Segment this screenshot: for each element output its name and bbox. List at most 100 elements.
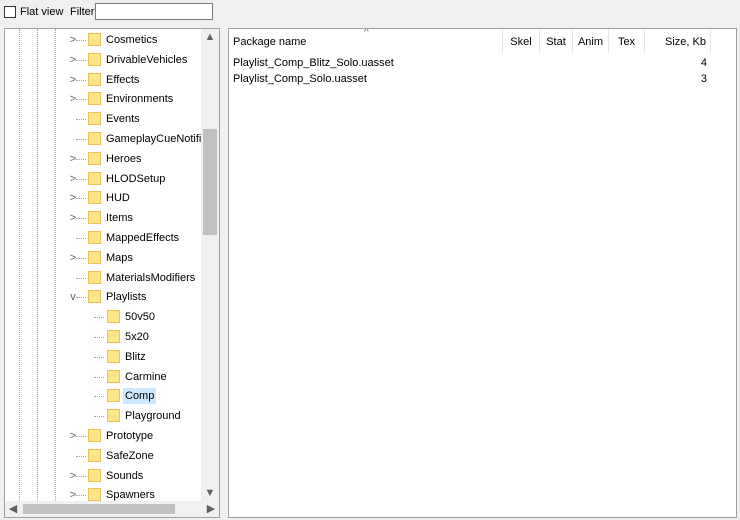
tree-connector-line [94, 416, 104, 418]
folder-icon [107, 389, 120, 403]
chevron-right-icon[interactable]: > [68, 251, 78, 265]
tree-item[interactable]: Blitz [5, 347, 201, 367]
chevron-right-icon[interactable]: > [68, 429, 78, 443]
tree-item[interactable]: > Items [5, 208, 201, 228]
folder-icon [88, 171, 101, 185]
tree-item-label: Items [106, 212, 133, 225]
chevron-right-icon[interactable]: > [68, 469, 78, 483]
tree-item-label: HUD [106, 192, 130, 205]
tree-item-label: MappedEffects [106, 232, 180, 244]
tree-item[interactable]: Comp [5, 386, 201, 406]
chevron-right-icon[interactable]: > [68, 53, 78, 67]
tree-item[interactable]: MappedEffects [5, 228, 201, 248]
column-header-skel[interactable]: Skel [503, 29, 540, 53]
package-list: Package name ^ Skel Stat Anim Tex Size, … [228, 28, 737, 518]
folder-icon [88, 191, 101, 205]
tree-connector-line [76, 119, 86, 121]
tree-connector-line [76, 277, 86, 279]
size-cell: 4 [700, 57, 707, 69]
tree-item-label: Effects [106, 73, 140, 86]
folder-icon [88, 468, 101, 482]
tree-item-label: Playlists [106, 291, 147, 304]
tree-connector-line [76, 139, 86, 140]
chevron-down-icon[interactable]: v [68, 290, 78, 304]
tree-item[interactable]: > DrivableVehicles [5, 50, 201, 70]
folder-icon [88, 151, 101, 165]
tree-connector-line [94, 396, 104, 398]
tree-item-label: Maps [106, 251, 133, 264]
size-cell: 3 [700, 73, 707, 85]
tree-item[interactable]: > Environments [5, 89, 201, 109]
list-row[interactable]: Playlist_Comp_Blitz_Solo.uasset 4 [229, 55, 736, 71]
tree-vertical-scrollbar[interactable]: ▲ ▼ [201, 29, 219, 501]
tree-item-label: Carmine [125, 370, 167, 383]
chevron-right-icon[interactable]: > [68, 73, 78, 87]
tree-item[interactable]: > HUD [5, 188, 201, 208]
chevron-right-icon[interactable]: > [68, 191, 78, 205]
tree-connector-line [94, 356, 104, 358]
tree-item-label: DrivableVehicles [106, 53, 188, 66]
tree-item-label: 50v50 [125, 311, 155, 324]
tree-horizontal-scrollbar[interactable]: ◀ ▶ [5, 501, 219, 517]
tree-item[interactable]: GameplayCueNotifies [5, 129, 201, 149]
folder-icon [107, 369, 120, 383]
filter-input[interactable] [95, 3, 213, 20]
tree-item[interactable]: > Sounds [5, 466, 201, 486]
tree-item-label: MaterialsModifiers [106, 271, 196, 284]
tree-item[interactable]: 50v50 [5, 307, 201, 327]
chevron-right-icon[interactable]: > [68, 211, 78, 225]
chevron-right-icon[interactable]: > [68, 92, 78, 106]
folder-icon [88, 112, 101, 126]
flat-view-checkbox[interactable] [4, 6, 16, 18]
list-row[interactable]: Playlist_Comp_Solo.uasset 3 [229, 71, 736, 87]
column-header-anim[interactable]: Anim [573, 29, 609, 53]
tree-item[interactable]: > Maps [5, 248, 201, 268]
tree-item-label: Environments [106, 93, 174, 106]
tree-item[interactable]: > Heroes [5, 149, 201, 169]
folder-icon [88, 429, 101, 442]
tree-item[interactable]: > Cosmetics [5, 30, 201, 50]
tree-item-label: 5x20 [125, 331, 149, 343]
filter-label: Filter: [70, 6, 98, 18]
tree-item-label: Heroes [106, 152, 142, 165]
tree-item[interactable]: Playground [5, 406, 201, 426]
tree-item[interactable]: 5x20 [5, 327, 201, 347]
tree-item[interactable]: > Effects [5, 70, 201, 90]
chevron-right-icon[interactable]: > [68, 33, 78, 47]
scroll-down-icon[interactable]: ▼ [201, 485, 219, 501]
tree-item[interactable]: Events [5, 109, 201, 129]
tree-item-label: Events [106, 113, 140, 126]
tree-item-label: SafeZone [106, 449, 154, 462]
tree-item-label: HLODSetup [106, 172, 166, 185]
chevron-right-icon[interactable]: > [68, 152, 78, 166]
tree-connector-line [94, 337, 104, 338]
tree-item[interactable]: > Prototype [5, 426, 201, 446]
folder-icon [107, 310, 120, 324]
flat-view-label: Flat view [20, 6, 64, 18]
tree-item[interactable]: v Playlists [5, 287, 201, 307]
tree-item[interactable]: Carmine [5, 367, 201, 387]
column-header-tex[interactable]: Tex [609, 29, 645, 53]
package-name-cell: Playlist_Comp_Blitz_Solo.uasset [233, 57, 394, 69]
column-header-stat[interactable]: Stat [540, 29, 573, 53]
tree-item[interactable]: > HLODSetup [5, 169, 201, 189]
folder-icon [107, 349, 120, 363]
scroll-left-icon[interactable]: ◀ [5, 501, 21, 517]
chevron-right-icon[interactable]: > [68, 172, 78, 186]
folder-icon [107, 409, 120, 423]
tree-vertical-scroll-thumb[interactable] [203, 129, 217, 235]
folder-icon [107, 330, 120, 343]
tree-item-label: Spawners [106, 489, 155, 501]
chevron-right-icon[interactable]: > [68, 488, 78, 501]
tree-item[interactable]: > Spawners [5, 485, 201, 501]
scroll-up-icon[interactable]: ▲ [201, 29, 219, 45]
scroll-right-icon[interactable]: ▶ [203, 501, 219, 517]
folder-icon [88, 231, 101, 244]
tree-item[interactable]: MaterialsModifiers [5, 268, 201, 288]
tree-view: > Cosmetics > DrivableVehicles > Effects > Envi… [5, 29, 201, 501]
tree-connector-line [76, 455, 86, 457]
column-header-size[interactable]: Size, Kb [645, 29, 711, 53]
folder-icon [88, 448, 101, 462]
tree-item[interactable]: SafeZone [5, 446, 201, 466]
tree-horizontal-scroll-thumb[interactable] [23, 504, 175, 514]
